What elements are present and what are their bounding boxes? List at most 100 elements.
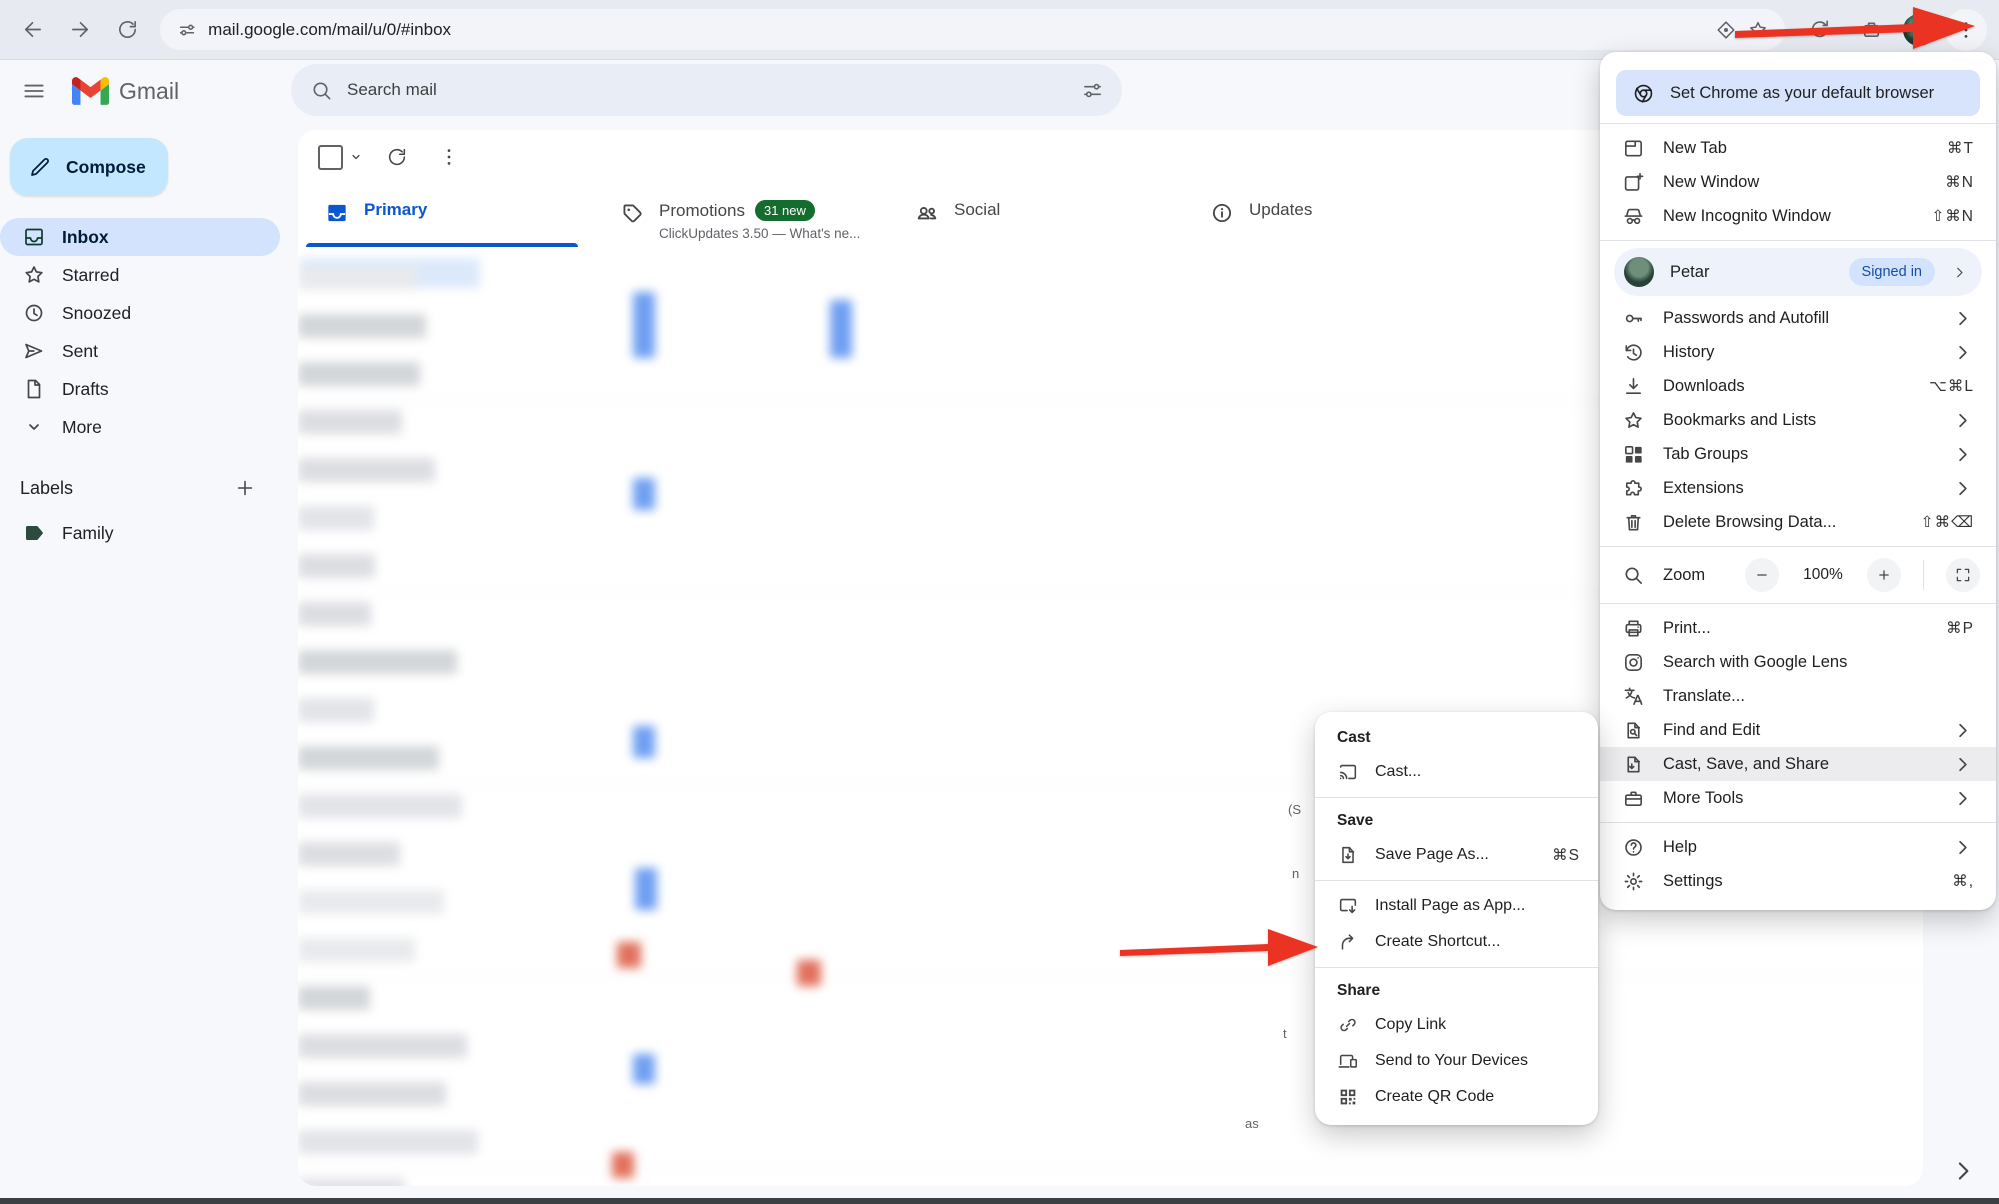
menu-item-label: Settings [1663, 872, 1934, 891]
labels-header-row: Labels [0, 468, 280, 508]
sidebar-item-label: Snoozed [62, 303, 131, 324]
add-label-button[interactable] [228, 471, 262, 505]
search-bar[interactable]: Search mail [291, 64, 1122, 116]
submenu-item-save-page-as[interactable]: Save Page As...⌘S [1315, 837, 1598, 873]
reload-button[interactable] [107, 9, 148, 51]
menu-item-downloads[interactable]: Downloads⌥⌘L [1600, 369, 1996, 403]
sidebar-item-starred[interactable]: Starred [0, 256, 280, 294]
next-page-chevron-icon[interactable] [1948, 1156, 1978, 1186]
select-caret-icon[interactable] [347, 148, 365, 166]
site-settings-icon[interactable] [176, 19, 198, 41]
menu-item-search-with-google-lens[interactable]: Search with Google Lens [1600, 645, 1996, 679]
select-all-control[interactable] [312, 145, 365, 170]
refresh-button[interactable] [377, 137, 417, 177]
menu-item-delete-browsing-data[interactable]: Delete Browsing Data...⇧⌘⌫ [1600, 505, 1996, 539]
list-more-button[interactable] [429, 137, 469, 177]
chev-down-icon [22, 415, 46, 439]
back-button[interactable] [12, 9, 53, 51]
menu-item-print[interactable]: Print... ⌘P [1600, 611, 1996, 645]
menu-item-label: More Tools [1663, 789, 1933, 808]
url-bar[interactable]: mail.google.com/mail/u/0/#inbox [160, 9, 1785, 50]
url-text: mail.google.com/mail/u/0/#inbox [208, 20, 1705, 40]
menu-divider [1600, 546, 1996, 547]
menu-item-label: History [1663, 343, 1933, 362]
chev-right-icon [1951, 787, 1974, 810]
menu-profile-row[interactable]: Petar Signed in [1614, 248, 1982, 296]
cast-save-share-submenu: CastCast...SaveSave Page As...⌘SInstall … [1315, 712, 1598, 1125]
menu-item-new-incognito-window[interactable]: New Incognito Window⇧⌘N [1600, 199, 1996, 233]
sidebar-item-sent[interactable]: Sent [0, 332, 280, 370]
devices-icon [1337, 1050, 1359, 1072]
sidebar-item-snoozed[interactable]: Snoozed [0, 294, 280, 332]
menu-item-new-tab[interactable]: New Tab⌘T [1600, 131, 1996, 165]
submenu-item-label: Copy Link [1375, 1016, 1580, 1034]
fullscreen-button[interactable] [1946, 558, 1980, 592]
search-button[interactable] [299, 68, 343, 112]
sidebar-item-more[interactable]: More [0, 408, 280, 446]
submenu-item-copy-link[interactable]: Copy Link [1315, 1007, 1598, 1043]
menu-item-more-tools[interactable]: More Tools [1600, 781, 1996, 815]
sidebar-label-family[interactable]: Family [0, 514, 280, 552]
text-fragment: t [1283, 1026, 1287, 1041]
compose-button[interactable]: Compose [10, 138, 168, 196]
tab-content: Primary [364, 200, 427, 220]
submenu-item-label: Create QR Code [1375, 1088, 1580, 1106]
zoom-out-button[interactable] [1745, 558, 1779, 592]
main-menu-button[interactable] [10, 67, 58, 115]
chev-right-icon [1951, 409, 1974, 432]
copy-link-icon [1337, 1014, 1359, 1036]
submenu-item-create-qr-code[interactable]: Create QR Code [1315, 1079, 1598, 1115]
pencil-icon [28, 155, 52, 179]
menu-divider [1600, 822, 1996, 823]
menu-item-tab-groups[interactable]: Tab Groups [1600, 437, 1996, 471]
hamburger-icon [21, 78, 47, 104]
menu-item-label: Translate... [1663, 687, 1974, 706]
tab-updates[interactable]: Updates [1183, 185, 1478, 247]
menu-item-label: Print... [1663, 619, 1928, 638]
select-all-checkbox[interactable] [318, 145, 343, 170]
menu-item-label: Downloads [1663, 377, 1911, 396]
menu-item-cast-save-and-share[interactable]: Cast, Save, and Share [1600, 747, 1996, 781]
tab-new-badge: 31 new [755, 200, 815, 221]
forward-button[interactable] [59, 9, 100, 51]
menu-item-shortcut: ⌘N [1945, 173, 1974, 192]
menu-item-shortcut: ⌘P [1946, 619, 1974, 638]
back-icon [21, 18, 44, 41]
zoom-label: Zoom [1663, 566, 1727, 585]
set-default-browser-banner[interactable]: Set Chrome as your default browser [1616, 70, 1980, 116]
trash-icon [1622, 511, 1645, 534]
menu-item-new-window[interactable]: New Window⌘N [1600, 165, 1996, 199]
menu-item-history[interactable]: History [1600, 335, 1996, 369]
sidebar-item-inbox[interactable]: Inbox [0, 218, 280, 256]
menu-item-extensions[interactable]: Extensions [1600, 471, 1996, 505]
submenu-item-cast[interactable]: Cast... [1315, 754, 1598, 790]
chev-right-icon [1951, 307, 1974, 330]
draft-icon [22, 377, 46, 401]
menu-item-find-and-edit[interactable]: Find and Edit [1600, 713, 1996, 747]
sidebar-item-label: Sent [62, 341, 98, 362]
tab-social[interactable]: Social [888, 185, 1183, 247]
tab-promotions[interactable]: Promotions31 newClickUpdates 3.50 — What… [593, 185, 888, 247]
chev-right-icon [1951, 477, 1974, 500]
menu-avatar [1624, 257, 1654, 287]
compose-label: Compose [66, 157, 146, 178]
menu-item-help[interactable]: Help [1600, 830, 1996, 864]
submenu-item-install-page-as-app[interactable]: Install Page as App... [1315, 888, 1598, 924]
zoom-in-button[interactable] [1867, 558, 1901, 592]
menu-item-translate[interactable]: Translate... [1600, 679, 1996, 713]
menu-item-passwords-and-autofill[interactable]: Passwords and Autofill [1600, 301, 1996, 335]
sidebar-item-drafts[interactable]: Drafts [0, 370, 280, 408]
submenu-item-send-to-your-devices[interactable]: Send to Your Devices [1315, 1043, 1598, 1079]
incognito-icon [1622, 205, 1645, 228]
lens-cam-icon [1622, 651, 1645, 674]
key-icon [1622, 307, 1645, 330]
star-icon [22, 263, 46, 287]
tab-primary[interactable]: Primary [298, 185, 593, 247]
search-input[interactable]: Search mail [343, 80, 1070, 100]
submenu-item-create-shortcut[interactable]: Create Shortcut... [1315, 924, 1598, 960]
menu-item-settings[interactable]: Settings⌘, [1600, 864, 1996, 898]
submenu-item-label: Cast... [1375, 763, 1580, 781]
menu-item-bookmarks-and-lists[interactable]: Bookmarks and Lists [1600, 403, 1996, 437]
search-filter-button[interactable] [1070, 68, 1114, 112]
text-fragment: n [1292, 866, 1299, 881]
